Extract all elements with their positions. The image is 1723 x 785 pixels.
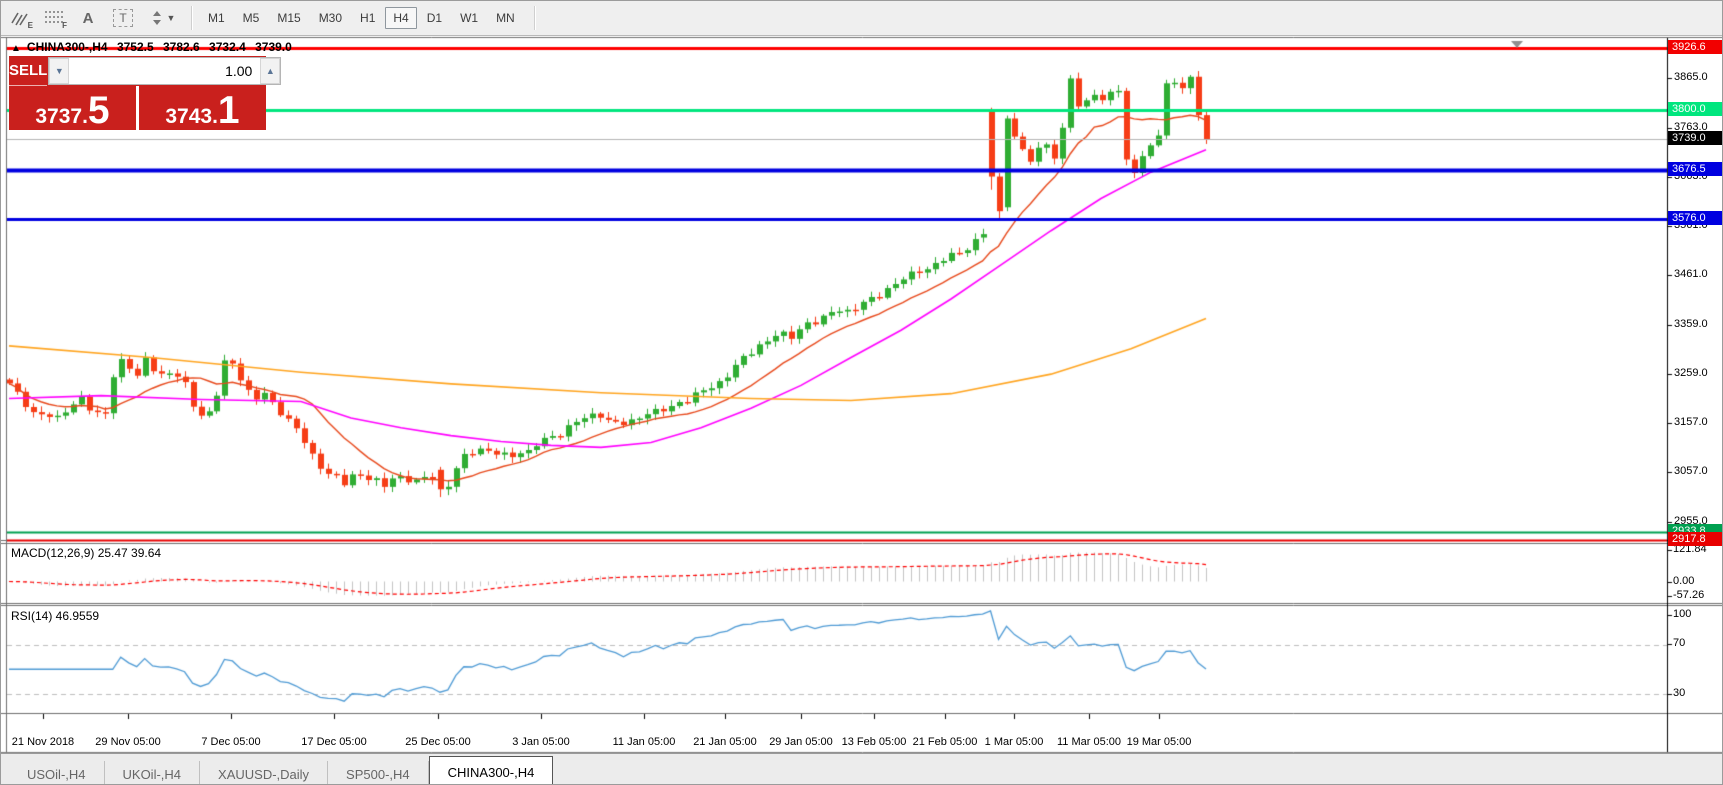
- date-tick-label: 21 Nov 2018: [0, 736, 88, 748]
- sell-price[interactable]: 3737.5: [9, 86, 136, 130]
- volume-stepper: ▼ ▲: [48, 57, 281, 85]
- trading-platform-window: E F A T ▼ M1M5M15M30H1H4D1W1MN ▲ CHINA300…: [0, 0, 1723, 785]
- toolbar-separator: [534, 6, 536, 30]
- price-badge-line: 3800.0: [1668, 102, 1723, 116]
- fibonacci-icon[interactable]: F: [39, 5, 69, 31]
- dropdown-caret-icon: ▼: [167, 13, 176, 23]
- current-price-badge: 3739.0: [1668, 131, 1723, 145]
- date-tick-label: 3 Jan 05:00: [496, 736, 586, 748]
- symbol-tab-china300-h4[interactable]: CHINA300-,H4: [429, 756, 554, 785]
- price-tick-label: 3157.0: [1674, 416, 1708, 428]
- price-tick-label: 3259.0: [1674, 367, 1708, 379]
- price-tick-label: 3057.0: [1674, 465, 1708, 477]
- timeframe-button-M5[interactable]: M5: [235, 7, 268, 29]
- buy-button[interactable]: BUY: [282, 56, 314, 86]
- timeframe-button-M15[interactable]: M15: [269, 7, 308, 29]
- date-tick-label: 7 Dec 05:00: [186, 736, 276, 748]
- quote-low: 3732.4: [209, 40, 246, 54]
- price-tick-label: 3865.0: [1674, 71, 1708, 83]
- timeframe-button-W1[interactable]: W1: [452, 7, 486, 29]
- one-click-trading-panel: SELL ▼ ▲ BUY 3737.5 3743.1: [9, 56, 266, 130]
- buy-price[interactable]: 3743.1: [139, 86, 266, 130]
- rsi-tick-label: 30: [1673, 687, 1685, 699]
- toolbar: E F A T ▼ M1M5M15M30H1H4D1W1MN: [1, 1, 1723, 36]
- rsi-label: RSI(14) 46.9559: [11, 609, 99, 623]
- toolbar-separator: [191, 6, 193, 30]
- timeframe-button-H4[interactable]: H4: [385, 7, 416, 29]
- date-tick-label: 19 Mar 05:00: [1114, 736, 1204, 748]
- quote-open: 3752.5: [117, 40, 154, 54]
- sell-button[interactable]: SELL: [9, 56, 47, 86]
- rsi-tick-label: 70: [1673, 637, 1685, 649]
- symbol-tab-ukoil-h4[interactable]: UKOil-,H4: [105, 761, 201, 785]
- quote-close: 3739.0: [255, 40, 292, 54]
- rsi-tick-label: 100: [1673, 608, 1691, 620]
- text-icon[interactable]: A: [73, 5, 103, 31]
- price-tick-label: 3461.0: [1674, 268, 1708, 280]
- text-label-icon[interactable]: T: [113, 9, 133, 27]
- symbol-tab-xauusd-daily[interactable]: XAUUSD-,Daily: [200, 761, 328, 785]
- price-badge-line: 3676.5: [1668, 162, 1723, 176]
- quote-symbol: CHINA300-,H4: [27, 40, 108, 54]
- symbol-tab-bar: USOil-,H4UKOil-,H4XAUUSD-,DailySP500-,H4…: [1, 753, 1723, 785]
- price-badge-line: 3576.0: [1668, 211, 1723, 225]
- timeframe-button-D1[interactable]: D1: [419, 7, 450, 29]
- timeframe-button-M1[interactable]: M1: [200, 7, 233, 29]
- date-tick-label: 11 Jan 05:00: [599, 736, 689, 748]
- timeframe-group: M1M5M15M30H1H4D1W1MN: [199, 7, 524, 29]
- symbol-tab-usoil-h4[interactable]: USOil-,H4: [9, 761, 105, 785]
- price-tick-label: 3359.0: [1674, 318, 1708, 330]
- volume-increase-button[interactable]: ▲: [260, 58, 280, 84]
- macd-label: MACD(12,26,9) 25.47 39.64: [11, 546, 161, 560]
- timeframe-button-M30[interactable]: M30: [311, 7, 350, 29]
- arrow-objects-icon[interactable]: ▼: [143, 5, 181, 31]
- macd-tick-label: 0.00: [1673, 575, 1694, 587]
- symbol-tab-sp500-h4[interactable]: SP500-,H4: [328, 761, 429, 785]
- quote-header: ▲ CHINA300-,H4 3752.5 3782.6 3732.4 3739.…: [11, 40, 298, 54]
- date-tick-label: 17 Dec 05:00: [289, 736, 379, 748]
- price-badge-line: 2917.8: [1668, 532, 1723, 546]
- date-tick-label: 25 Dec 05:00: [393, 736, 483, 748]
- quote-high: 3782.6: [163, 40, 200, 54]
- volume-input[interactable]: [69, 58, 260, 84]
- price-badge-line: 3926.6: [1668, 40, 1723, 54]
- timeframe-button-H1[interactable]: H1: [352, 7, 383, 29]
- symbol-arrow-icon: ▲: [11, 43, 21, 54]
- elliott-wave-icon[interactable]: E: [5, 5, 35, 31]
- volume-decrease-button[interactable]: ▼: [49, 58, 69, 84]
- macd-tick-label: -57.26: [1673, 589, 1704, 601]
- timeframe-button-MN[interactable]: MN: [488, 7, 523, 29]
- date-tick-label: 29 Nov 05:00: [83, 736, 173, 748]
